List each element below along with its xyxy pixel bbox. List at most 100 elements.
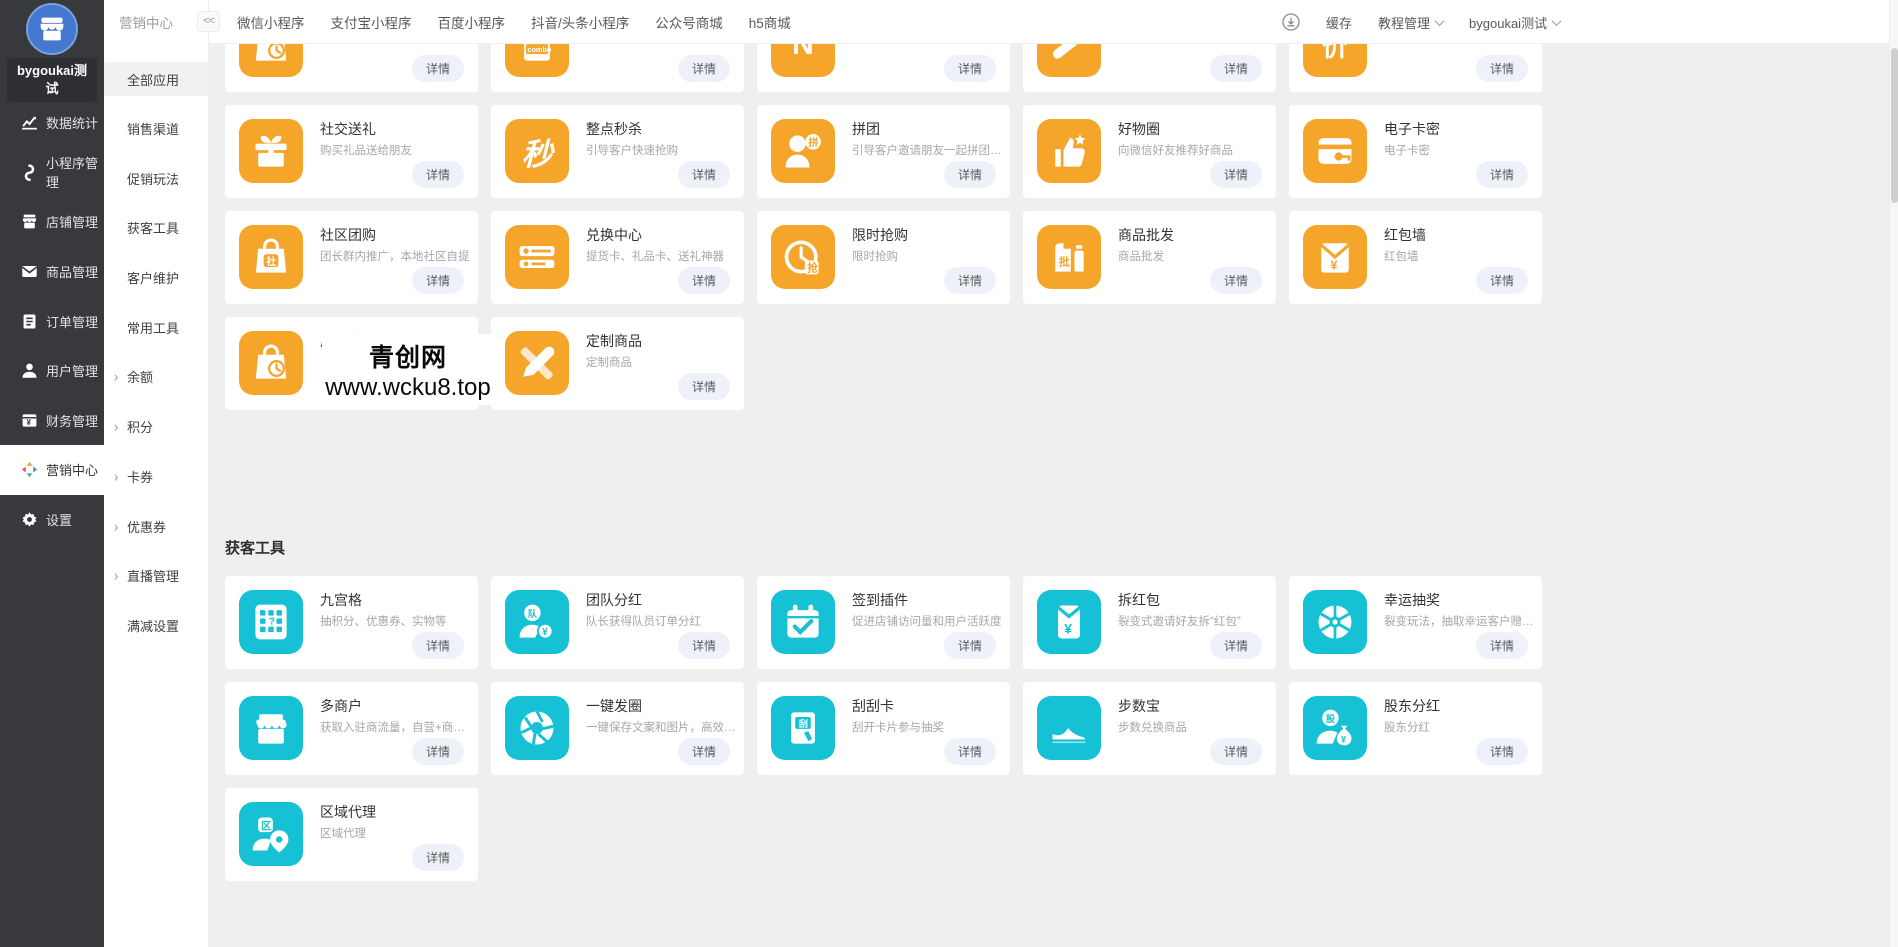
custom-goods-pen-icon	[505, 331, 569, 395]
submenu-item-label: 卡券	[127, 469, 154, 485]
sidebar-item-店铺管理[interactable]: 店铺管理	[0, 197, 104, 247]
app-card-subtitle: 提货卡、礼品卡、送礼神器	[586, 251, 724, 263]
detail-button[interactable]: 详情	[1209, 632, 1262, 659]
platform-tab-公众号商城[interactable]: 公众号商城	[655, 12, 723, 32]
app-card-subtitle: 购买礼品送给朋友	[320, 145, 412, 157]
vertical-scrollbar[interactable]	[1889, 0, 1898, 947]
scratch-card-icon: 刮	[771, 696, 835, 760]
app-card-title: 兑换中心	[586, 227, 642, 243]
app-card-股东分红: 股 ¥ 股东分红 股东分红 详情	[1289, 682, 1542, 775]
app-card-限时抢购: 抢限时抢购 限时抢购 详情	[757, 211, 1010, 304]
watermark-line2: www.wcku8.top	[325, 373, 491, 401]
wholesale-box-icon: 批	[1037, 225, 1101, 289]
sidebar-item-营销中心[interactable]: 营销中心	[0, 445, 104, 495]
platform-tab-支付宝小程序[interactable]: 支付宝小程序	[331, 12, 412, 32]
collapse-sidebar-button[interactable]: <<	[197, 11, 220, 32]
app-card-九宫格: ? 九宫格 抽积分、优惠券、实物等 详情	[225, 576, 478, 669]
detail-button[interactable]: 详情	[411, 738, 464, 765]
detail-button[interactable]: 详情	[677, 55, 730, 82]
detail-button[interactable]: 详情	[1209, 55, 1262, 82]
platform-tab-微信小程序[interactable]: 微信小程序	[237, 12, 305, 32]
price-tag-icon: 价	[1303, 44, 1367, 77]
platform-tab-h5商城[interactable]: h5商城	[749, 12, 791, 32]
detail-button[interactable]: 详情	[411, 267, 464, 294]
detail-button[interactable]: 详情	[943, 161, 996, 188]
submenu-item-余额[interactable]: › 余额	[104, 352, 209, 402]
detail-button[interactable]: 详情	[411, 55, 464, 82]
detail-button[interactable]: 详情	[677, 632, 730, 659]
submenu-item-优惠券[interactable]: › 优惠券	[104, 501, 209, 551]
detail-button[interactable]: 详情	[677, 161, 730, 188]
sidebar-item-label: 店铺管理	[46, 215, 99, 231]
app-card-subtitle: 引导客户快速抢购	[586, 145, 678, 157]
svg-text:刮: 刮	[799, 718, 808, 729]
detail-button[interactable]: 详情	[1475, 161, 1528, 188]
platform-tab-百度小程序[interactable]: 百度小程序	[438, 12, 506, 32]
submenu-item-促销玩法[interactable]: 促销玩法	[104, 153, 209, 203]
app-card-团队分红: 队 ¥ 团队分红 队长获得队员订单分红 详情	[491, 576, 744, 669]
app-card-区域代理: 区区域代理 区域代理 详情	[225, 788, 478, 881]
detail-button[interactable]: 详情	[943, 632, 996, 659]
sidebar-item-设置[interactable]: 设置	[0, 495, 104, 545]
app-card-subtitle: 步数兑换商品	[1118, 722, 1187, 734]
app-card-title: 红包墙	[1384, 227, 1426, 243]
detail-button[interactable]: 详情	[943, 55, 996, 82]
detail-button[interactable]: 详情	[677, 738, 730, 765]
watermark: 青创网 www.wcku8.top	[322, 334, 494, 405]
submenu-item-销售渠道[interactable]: 销售渠道	[104, 104, 209, 154]
svg-text:combo: combo	[527, 45, 552, 54]
app-card-subtitle: 股东分红	[1384, 722, 1430, 734]
submenu-item-客户维护[interactable]: 客户维护	[104, 253, 209, 303]
download-icon[interactable]	[1282, 13, 1300, 31]
brand-logo-icon	[26, 3, 78, 55]
topbar-right: 缓存 教程管理 bygoukai测试	[1282, 0, 1562, 44]
app-grid-content: 获客工具 青创网 www.wcku8.top 详情 combo 详情 N 详情 详情价详情…	[209, 44, 1898, 947]
submenu-item-常用工具[interactable]: 常用工具	[104, 302, 209, 352]
icon-glyph: N	[792, 44, 814, 61]
tutorial-menu[interactable]: 教程管理	[1378, 13, 1445, 32]
app-card-subtitle: 裂变式邀请好友拆“红包”	[1118, 616, 1241, 628]
sidebar-item-label: 小程序管理	[46, 156, 99, 191]
submenu-item-卡券[interactable]: › 卡券	[104, 452, 209, 502]
order-icon	[21, 313, 38, 330]
detail-button[interactable]: 详情	[411, 844, 464, 871]
detail-button[interactable]: 详情	[677, 267, 730, 294]
sidebar-item-数据统计[interactable]: 数据统计	[0, 98, 104, 148]
submenu-item-直播管理[interactable]: › 直播管理	[104, 551, 209, 601]
detail-button[interactable]: 详情	[411, 161, 464, 188]
platform-tab-抖音/头条小程序[interactable]: 抖音/头条小程序	[531, 12, 629, 32]
detail-button[interactable]: 详情	[1475, 738, 1528, 765]
sidebar-item-商品管理[interactable]: 商品管理	[0, 247, 104, 297]
user-icon	[21, 362, 38, 379]
scrollbar-thumb[interactable]	[1891, 48, 1898, 203]
submenu-item-全部应用[interactable]: 全部应用	[104, 62, 209, 96]
submenu-item-满减设置[interactable]: 满减设置	[104, 601, 209, 651]
detail-button[interactable]: 详情	[943, 738, 996, 765]
detail-button[interactable]: 详情	[1209, 738, 1262, 765]
sidebar-item-订单管理[interactable]: 订单管理	[0, 296, 104, 346]
detail-button[interactable]: 详情	[1209, 161, 1262, 188]
sidebar-item-小程序管理[interactable]: 小程序管理	[0, 148, 104, 198]
detail-button[interactable]: 详情	[943, 267, 996, 294]
detail-button[interactable]: 详情	[1475, 267, 1528, 294]
app-card-定制商品: 定制商品 定制商品 详情	[491, 317, 744, 410]
detail-button[interactable]: 详情	[1209, 267, 1262, 294]
sidebar-item-财务管理[interactable]: ¥ 财务管理	[0, 396, 104, 446]
detail-button[interactable]: 详情	[677, 373, 730, 400]
submenu-title: 营销中心	[119, 16, 173, 31]
account-menu[interactable]: bygoukai测试	[1469, 13, 1562, 32]
main-area: 微信小程序 支付宝小程序 百度小程序 抖音/头条小程序 公众号商城 h5商城 缓存 教程管…	[209, 0, 1898, 947]
app-card-subtitle: 区域代理	[320, 828, 366, 840]
app-card-row: 多商户 获取入驻商流量，自营+商户入驻 详情 一键发圈 一键保存文案和图片，高效发… 详情…	[225, 682, 1542, 775]
watermark-line1: 青创网	[368, 343, 447, 372]
app-card-row: ? 九宫格 抽积分、优惠券、实物等 详情队 ¥ 团队分红 队长获得队员订单分红 详情 签到插件促…	[225, 576, 1542, 669]
cache-button[interactable]: 缓存	[1326, 13, 1352, 32]
submenu-item-积分[interactable]: › 积分	[104, 402, 209, 452]
app-card-subtitle: 刮开卡片参与抽奖	[852, 722, 944, 734]
detail-button[interactable]: 详情	[411, 632, 464, 659]
submenu-item-获客工具[interactable]: 获客工具	[104, 203, 209, 253]
detail-button[interactable]: 详情	[1475, 632, 1528, 659]
detail-button[interactable]: 详情	[1475, 55, 1528, 82]
sidebar-item-用户管理[interactable]: 用户管理	[0, 346, 104, 396]
moments-aperture-icon	[505, 696, 569, 760]
